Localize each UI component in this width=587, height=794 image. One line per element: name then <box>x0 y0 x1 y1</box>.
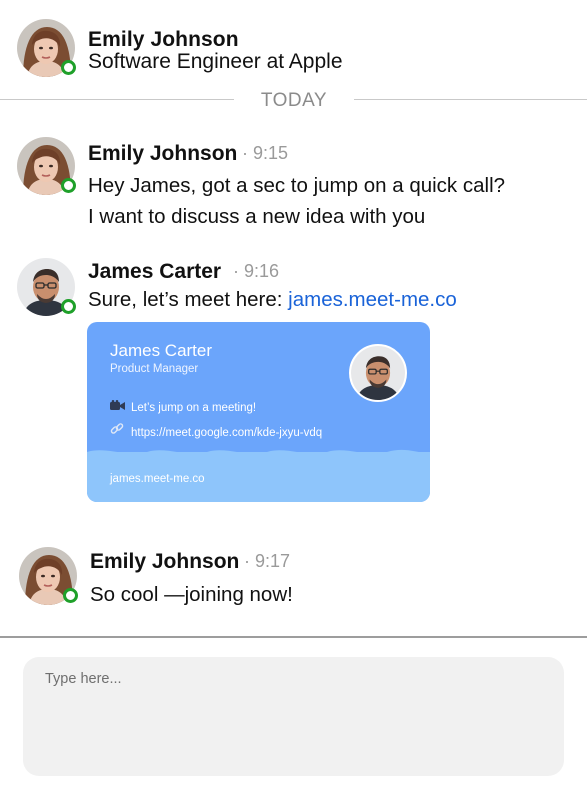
message-time: · 9:16 <box>233 261 280 281</box>
card-footer-link[interactable]: james.meet-me.co <box>110 473 205 485</box>
message-sender: Emily Johnson <box>88 142 238 165</box>
message-text: I want to discuss a new idea with you <box>88 205 426 228</box>
online-status-icon <box>61 299 76 314</box>
card-row-text: Let’s jump on a meeting! <box>131 402 257 414</box>
message-text: So cool —joining now! <box>90 583 293 606</box>
video-camera-icon <box>109 400 125 414</box>
meeting-link[interactable]: james.meet-me.co <box>288 288 457 311</box>
message-text: Hey James, got a sec to jump on a quick … <box>88 174 506 197</box>
message-text-prefix: Sure, let’s meet here: <box>88 288 289 311</box>
message-time: · 9:15 <box>242 143 289 163</box>
card-name: James Carter <box>110 341 213 360</box>
james-avatar-image <box>351 346 405 400</box>
avatar[interactable] <box>17 19 76 77</box>
avatar[interactable] <box>17 137 76 195</box>
card-link-row[interactable]: https://meet.google.com/kde-jxyu-vdq <box>109 422 322 439</box>
message-time: · 9:17 <box>244 551 291 571</box>
card-meeting-row: Let’s jump on a meeting! <box>109 400 256 414</box>
card-avatar <box>349 344 407 402</box>
avatar[interactable] <box>17 258 76 316</box>
date-divider-label: TODAY <box>260 90 328 111</box>
online-status-icon <box>63 588 78 603</box>
online-status-icon <box>61 178 76 193</box>
link-icon <box>109 422 125 439</box>
message-input[interactable] <box>23 657 564 776</box>
divider-line-left <box>0 99 234 100</box>
meeting-card[interactable]: James Carter Product Manager Let’s jump … <box>87 322 430 502</box>
message-sender: Emily Johnson <box>90 550 240 573</box>
card-footer: james.meet-me.co <box>87 449 430 502</box>
composer-box <box>23 657 564 776</box>
contact-name: Emily Johnson <box>88 28 239 51</box>
wave-divider <box>87 449 430 458</box>
card-role: Product Manager <box>110 363 199 375</box>
message-sender: James Carter <box>88 260 222 283</box>
card-row-text: https://meet.google.com/kde-jxyu-vdq <box>131 427 323 439</box>
contact-subtitle: Software Engineer at Apple <box>88 50 343 73</box>
composer-divider <box>0 636 587 638</box>
online-status-icon <box>61 60 76 75</box>
divider-line-right <box>354 99 587 100</box>
message-text: Sure, let’s meet here: james.meet-me.co <box>88 288 457 312</box>
chat-header: Emily Johnson Software Engineer at Apple <box>0 0 587 90</box>
avatar[interactable] <box>19 547 78 605</box>
